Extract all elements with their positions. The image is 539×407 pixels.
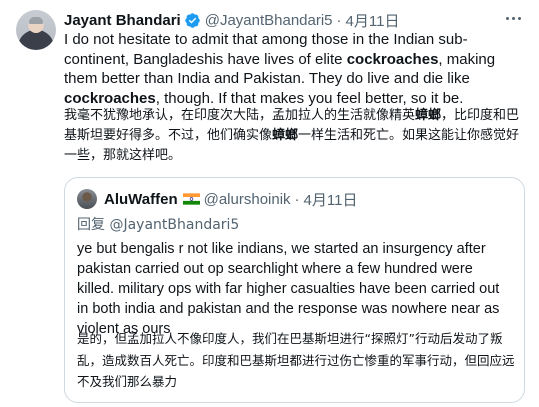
- reply-prefix: 回复: [77, 217, 105, 233]
- india-flag-icon: [182, 193, 200, 205]
- verified-badge-icon: [184, 12, 200, 28]
- quote-text-english: ye but bengalis r not like indians, we s…: [77, 241, 500, 337]
- reply-context: 回复 @JayantBhandari5: [77, 214, 239, 234]
- quote-date[interactable]: 4月11日: [304, 189, 358, 210]
- separator-dot: ·: [336, 11, 342, 29]
- author-handle[interactable]: @JayantBhandari5: [205, 12, 333, 29]
- tweet-date[interactable]: 4月11日: [346, 10, 400, 31]
- quote-author-avatar[interactable]: [77, 189, 97, 209]
- author-name[interactable]: Jayant Bhandari: [64, 12, 181, 29]
- quote-separator-dot: ·: [294, 190, 300, 208]
- text-segment: 我毫不犹豫地承认，在印度次大陆，孟加拉人的生活就像精英: [64, 108, 416, 123]
- highlighted-term: cockroaches: [346, 50, 439, 68]
- more-options-icon[interactable]: [501, 8, 525, 28]
- highlighted-term: 蟑螂: [415, 108, 442, 123]
- quote-text-chinese: 是的，但孟加拉人不像印度人，我们在巴基斯坦进行“探照灯”行动后发动了叛乱，造成数…: [77, 331, 515, 389]
- text-segment: , though. If that makes you feel better,…: [155, 89, 464, 107]
- quoted-tweet[interactable]: AluWaffen @alurshoinik · 4月11日 回复 @Jayan…: [64, 177, 525, 403]
- quote-header: AluWaffen @alurshoinik · 4月11日: [104, 189, 357, 209]
- author-avatar[interactable]: [16, 10, 56, 50]
- quote-author-handle[interactable]: @alurshoinik: [204, 191, 291, 208]
- highlighted-term: 蟑螂: [272, 128, 299, 143]
- tweet-text-english: I do not hesitate to admit that among th…: [64, 30, 526, 108]
- reply-to-handle[interactable]: @JayantBhandari5: [109, 217, 239, 233]
- tweet-text-chinese: 我毫不犹豫地承认，在印度次大陆，孟加拉人的生活就像精英蟑螂，比印度和巴基斯坦要好…: [64, 106, 526, 166]
- highlighted-term: cockroaches: [64, 89, 156, 107]
- tweet[interactable]: Jayant Bhandari @JayantBhandari5 · 4月11日…: [0, 0, 539, 407]
- tweet-header: Jayant Bhandari @JayantBhandari5 · 4月11日: [64, 10, 399, 30]
- quote-author-name[interactable]: AluWaffen: [104, 191, 178, 208]
